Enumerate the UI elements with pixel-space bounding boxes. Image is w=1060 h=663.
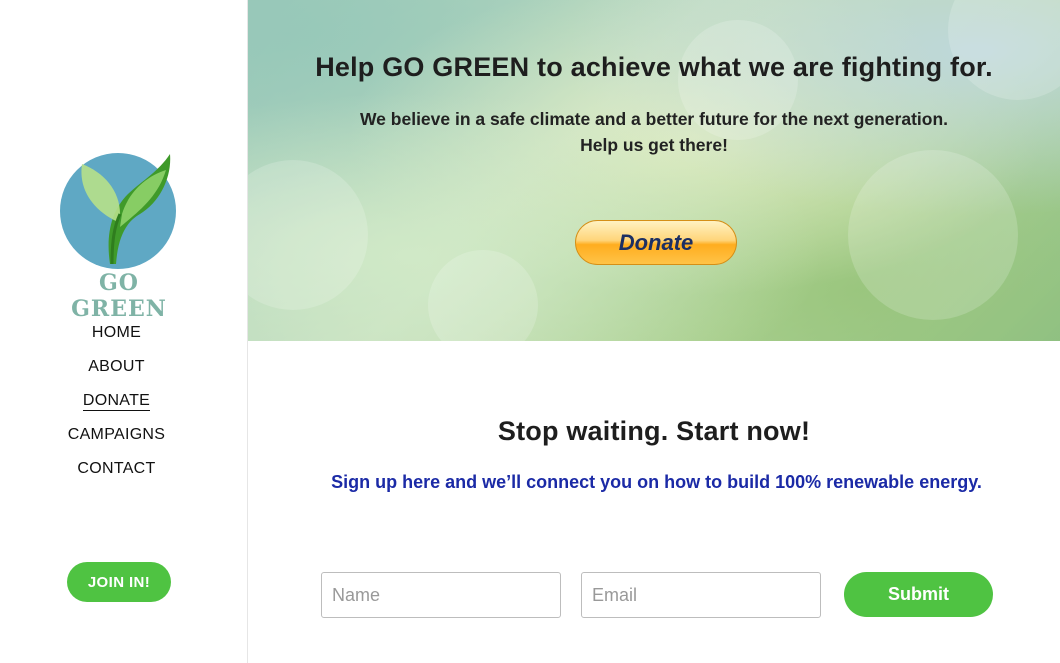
logo-text: GO GREEN xyxy=(71,270,167,322)
nav-item-about[interactable]: ABOUT xyxy=(0,356,233,390)
bokeh-decoration xyxy=(428,250,538,341)
donate-button[interactable]: Donate xyxy=(575,220,737,265)
nav-item-label: CAMPAIGNS xyxy=(67,426,166,443)
hero-subtitle: We believe in a safe climate and a bette… xyxy=(288,106,1020,158)
name-field[interactable] xyxy=(321,572,561,618)
signup-subtitle: Sign up here and we’ll connect you on ho… xyxy=(331,472,982,492)
hero-banner: Help GO GREEN to achieve what we are fig… xyxy=(248,0,1060,341)
signup-title: Stop waiting. Start now! xyxy=(497,416,811,446)
nav-item-home[interactable]: HOME xyxy=(0,322,233,356)
nav-item-donate[interactable]: DONATE xyxy=(0,390,233,424)
hero-subtitle-line: We believe in a safe climate and a bette… xyxy=(359,109,949,129)
sidebar: GO GREEN HOME ABOUT DONATE CAMPAIGNS CON… xyxy=(0,0,248,663)
hero-subtitle-line: Help us get there! xyxy=(580,135,728,155)
nav-item-label: CONTACT xyxy=(77,460,156,477)
join-in-button[interactable]: JOIN IN! xyxy=(67,562,171,602)
nav-item-contact[interactable]: CONTACT xyxy=(0,458,233,492)
nav-item-label: HOME xyxy=(91,324,142,341)
nav-item-label: DONATE xyxy=(82,392,151,411)
nav-item-label: ABOUT xyxy=(88,358,145,375)
main-nav: HOME ABOUT DONATE CAMPAIGNS CONTACT xyxy=(0,322,233,492)
go-green-logo[interactable]: GO GREEN xyxy=(48,152,190,322)
nav-item-campaigns[interactable]: CAMPAIGNS xyxy=(0,424,233,458)
bokeh-decoration xyxy=(848,150,1018,320)
hero-title: Help GO GREEN to achieve what we are fig… xyxy=(315,52,993,82)
bokeh-decoration xyxy=(248,160,368,310)
bokeh-decoration xyxy=(948,0,1060,100)
leaf-logo-icon xyxy=(60,153,176,269)
submit-button[interactable]: Submit xyxy=(844,572,993,617)
email-field[interactable] xyxy=(581,572,821,618)
